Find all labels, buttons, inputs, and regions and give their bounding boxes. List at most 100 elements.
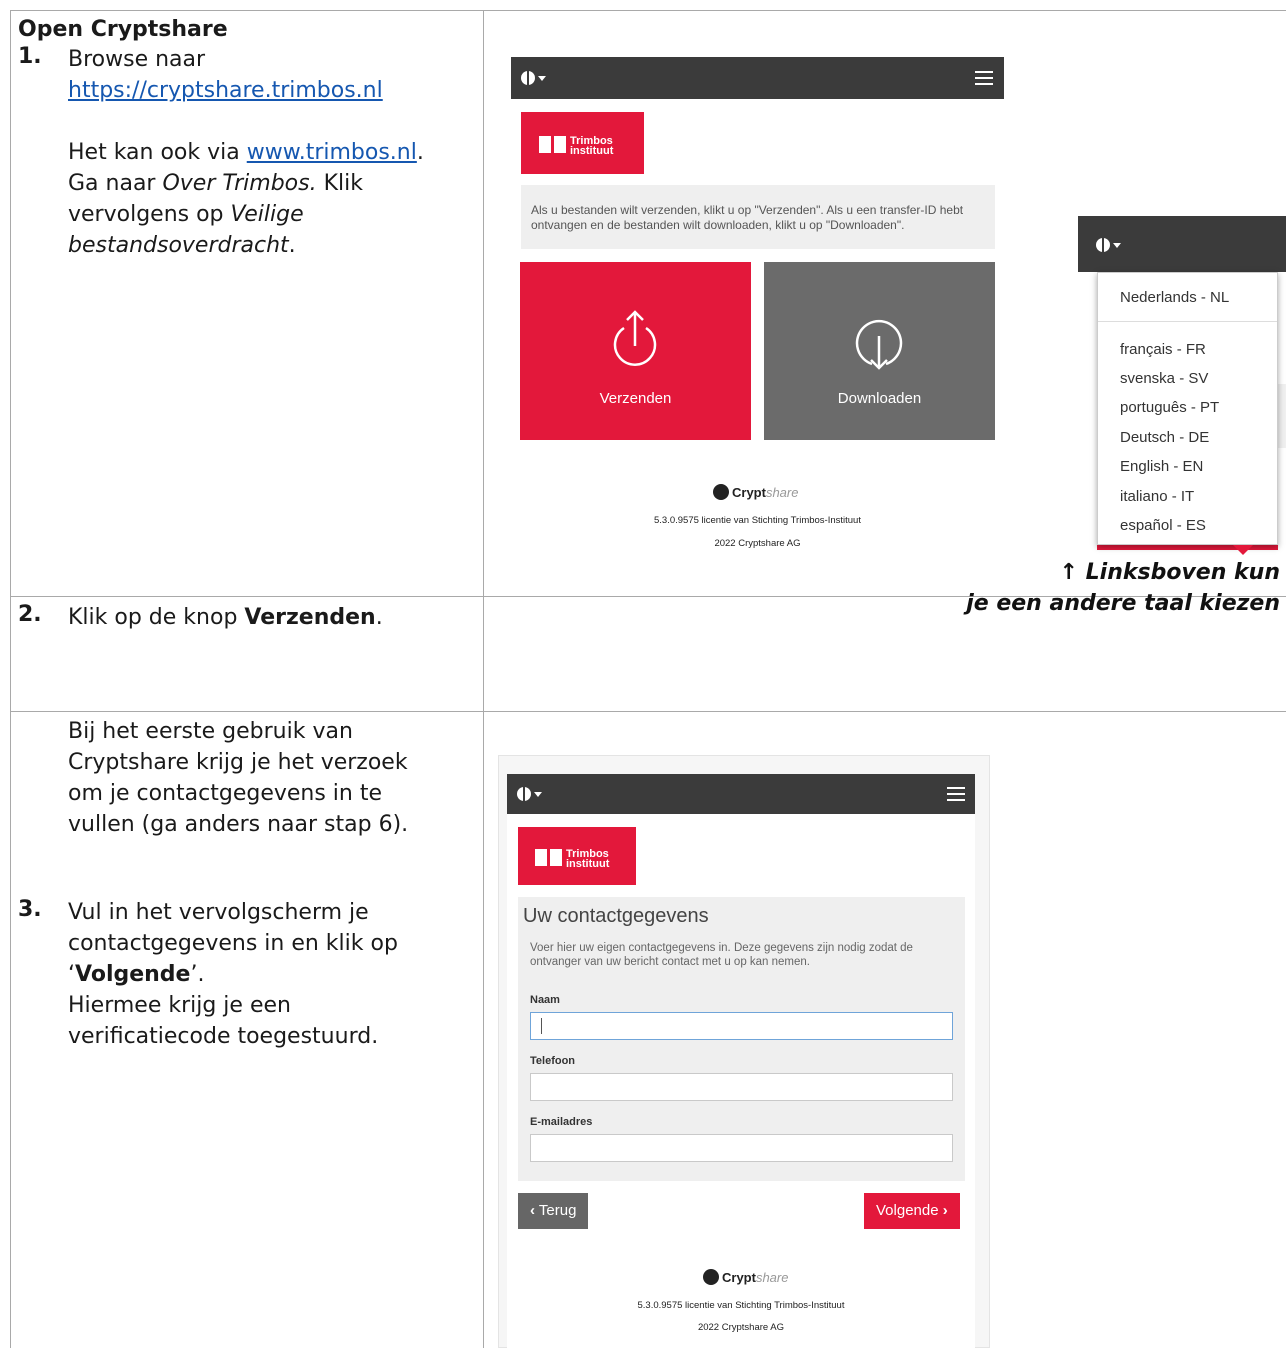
step3-intro: Bij het eerste gebruik van Cryptshare kr… [68,716,408,840]
form-description: Voer hier uw eigen contactgegevens in. D… [530,942,913,968]
trimbos-logo: Trimbos instituut [521,112,644,174]
table-row-divider [10,711,1286,712]
brand-share: share [755,1270,789,1285]
section-title: Open Cryptshare [18,17,228,42]
caret-down-icon[interactable] [534,792,542,797]
table-border-left [10,10,11,1348]
text-cursor [541,1018,542,1034]
language-option[interactable]: français - FR [1120,341,1206,358]
menu-divider [1098,321,1277,322]
step1-alt-text: Het kan ook via [68,140,247,165]
brand-crypt: Crypt [722,1270,756,1285]
license-text: 5.3.0.9575 licentie van Stichting Trimbo… [653,515,861,526]
cryptshare-home-screenshot: Trimbos instituut Als u bestanden wilt v… [511,57,1004,557]
globe-icon[interactable] [517,787,531,801]
brand-share: share [765,485,799,500]
email-input[interactable] [530,1134,953,1162]
caret-down-icon[interactable] [1113,243,1121,248]
contact-form-screenshot: Trimbos instituut Uw contactgegevens Voe… [498,755,990,1348]
menu-icon[interactable] [975,71,993,85]
download-icon [855,319,903,370]
bestandsoverdracht-text: bestandsoverdracht [68,233,289,258]
step-number: 3. [18,897,42,922]
cryptshare-logo-icon [703,1269,719,1285]
caret-down-icon[interactable] [538,76,546,81]
dropdown-pointer [1233,545,1253,555]
language-option[interactable]: Nederlands - NL [1120,289,1229,306]
table-border-top [10,10,1286,11]
step3-line: verificatiecode toegestuurd. [68,1024,379,1049]
globe-icon[interactable] [1096,238,1110,252]
send-tile[interactable]: Verzenden [520,262,751,440]
caption-line: Linksboven kun [1085,560,1280,585]
punctuation: ’. [190,962,205,987]
step2-text: Klik op de knop Verzenden. [68,602,383,633]
back-label: Terug [538,1202,577,1219]
license-text: 5.3.0.9575 licentie van Stichting Trimbo… [637,1300,845,1311]
email-label: E-mailadres [530,1116,593,1128]
punctuation: . [416,140,424,165]
step2-text-before: Klik op de knop [68,605,245,630]
step3-text: Vul in het vervolgscherm je contactgegev… [68,897,398,1052]
over-trimbos-text: Over Trimbos. [162,171,317,196]
trimbos-url-link[interactable]: www.trimbos.nl [247,140,417,165]
cryptshare-brand: Cryptshare [703,1269,788,1285]
language-topbar [1078,216,1286,272]
download-tile[interactable]: Downloaden [764,262,995,440]
language-caption: ↑ Linksboven kun [1060,560,1280,585]
copyright-text: 2022 Cryptshare AG [714,538,801,549]
intro-line: om je contactgegevens in te [68,781,383,806]
send-label: Verzenden [599,390,672,407]
name-label: Naam [530,994,560,1006]
step1-text-vervolgens: vervolgens op [68,202,231,227]
language-option[interactable]: Deutsch - DE [1120,429,1209,446]
chevron-left-icon: ‹ [530,1202,535,1219]
language-option[interactable]: English - EN [1120,458,1203,475]
step1-text-klik: Klik [316,171,363,196]
globe-icon[interactable] [521,71,535,85]
info-text: Als u bestanden wilt verzenden, klikt u … [531,203,964,232]
name-input[interactable] [530,1012,953,1040]
cryptshare-logo-icon [713,484,729,500]
logo-bars-icon [535,849,565,866]
step3-line: Vul in het vervolgscherm je [68,900,369,925]
veilige-text: Veilige [230,202,304,227]
logo-text: instituut [570,145,614,157]
step3-line: contactgegevens in en klik op [68,931,398,956]
language-option[interactable]: italiano - IT [1120,488,1194,505]
chevron-right-icon: › [942,1202,948,1219]
download-label: Downloaden [837,390,922,407]
intro-line: vullen (ga anders naar stap 6). [68,812,409,837]
next-button[interactable]: Volgende › [864,1193,960,1229]
language-option[interactable]: português - PT [1120,399,1219,416]
cryptshare-url-link[interactable]: https://cryptshare.trimbos.nl [68,78,383,103]
step-number: 1. [18,44,42,69]
punctuation: . [288,233,296,258]
language-option[interactable]: svenska - SV [1120,370,1208,387]
logo-bars-icon [539,136,569,153]
info-box: Als u bestanden wilt verzenden, klikt u … [521,185,995,249]
app-topbar [511,57,1004,99]
back-button[interactable]: ‹ Terug [518,1193,589,1229]
step-number: 2. [18,602,42,627]
intro-line: Cryptshare krijg je het verzoek [68,750,408,775]
app-topbar [507,774,975,814]
step3-line: Hiermee krijg je een [68,993,291,1018]
form-title: Uw contactgegevens [523,905,709,927]
form-panel: Uw contactgegevens Voer hier uw eigen co… [518,897,965,1181]
trimbos-logo: Trimbos instituut [518,827,636,885]
volgende-text: Volgende [75,962,191,987]
punctuation: . [375,605,383,630]
step1-text-ga: Ga naar [68,171,163,196]
cryptshare-brand: Cryptshare [713,484,798,500]
language-option[interactable]: español - ES [1120,517,1206,534]
intro-line: Bij het eerste gebruik van [68,719,353,744]
brand-crypt: Crypt [732,485,766,500]
upload-icon [613,310,657,366]
punctuation: ‘ [68,962,75,987]
table-column-divider [483,10,484,1348]
menu-icon[interactable] [947,787,965,801]
phone-input[interactable] [530,1073,953,1101]
copyright-text: 2022 Cryptshare AG [697,1322,785,1333]
arrow-up-icon: ↑ [1059,560,1078,585]
